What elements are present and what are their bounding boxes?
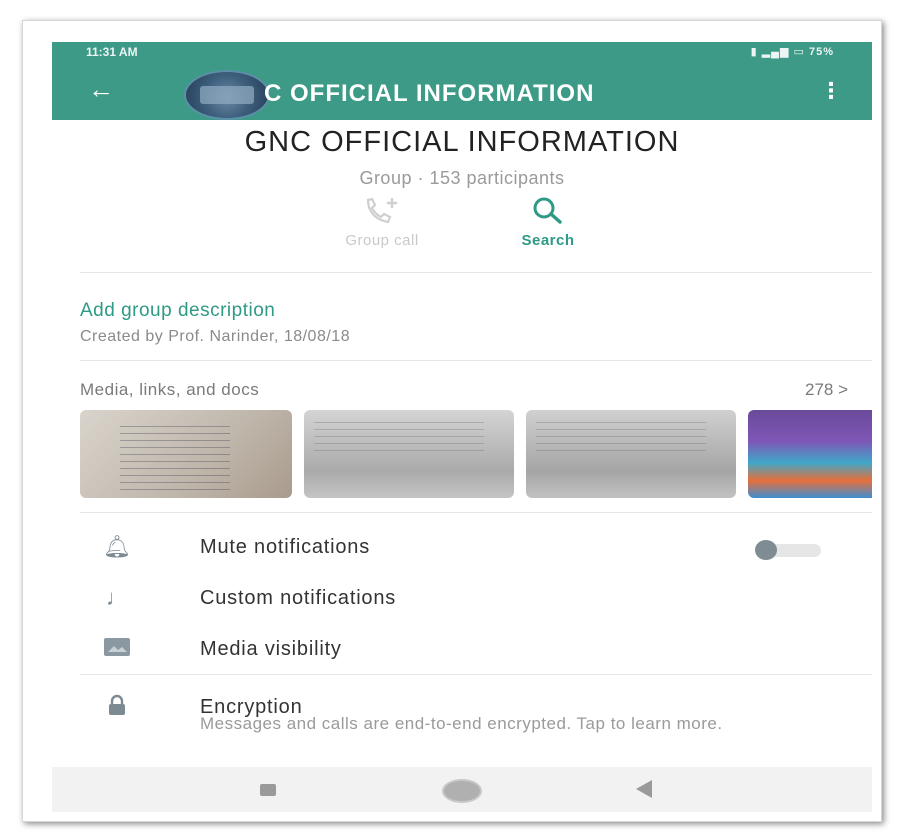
divider [80,674,872,675]
encryption-subtext: Messages and calls are end-to-end encryp… [200,714,723,733]
add-group-description-link[interactable]: Add group description [80,300,275,322]
divider [80,360,872,361]
group-call-button[interactable]: Group call [302,194,462,249]
app-bar: 11:31 AM ▮ ▂▄▆ ▭ 75% ← C OFFICIAL INFORM… [52,42,872,120]
setting-mute-notifications[interactable]: 🔔︎ Mute notifications [52,528,872,568]
more-options-icon[interactable]: ⋮ [820,78,842,104]
setting-custom-notifications[interactable]: ♩ Custom notifications [52,579,872,619]
media-thumbnail[interactable] [304,410,514,498]
group-name: GNC OFFICIAL INFORMATION [244,126,680,158]
media-section-label[interactable]: Media, links, and docs [80,380,259,400]
system-nav-bar [52,767,872,812]
bell-icon: 🔔︎ [103,534,131,559]
search-label: Search [521,232,575,249]
home-icon[interactable] [442,779,482,803]
search-icon [533,197,562,224]
media-thumbnail[interactable] [80,410,292,498]
signal-icon: ▮ ▂▄▆ [750,46,790,58]
media-thumbnail[interactable] [748,410,872,498]
group-call-label: Group call [345,232,419,249]
image-icon [102,636,132,664]
setting-media-visibility[interactable]: Media visibility [52,630,872,670]
music-note-icon: ♩ [106,585,128,610]
nav-back-icon[interactable] [636,780,652,798]
group-call-icon [366,197,397,224]
phone-screen: 11:31 AM ▮ ▂▄▆ ▭ 75% ← C OFFICIAL INFORM… [52,42,872,812]
media-count[interactable]: 278 > [805,380,848,400]
media-thumbnail[interactable] [526,410,736,498]
battery-icon: ▭ [793,46,805,58]
setting-label: Mute notifications [200,536,371,558]
status-battery: ▮ ▂▄▆ ▭ 75% [751,45,834,58]
group-subtitle: Group · 153 participants [359,168,565,188]
group-avatar[interactable] [184,70,270,120]
divider [80,272,872,273]
app-bar-title: C OFFICIAL INFORMATION [264,80,595,107]
setting-label: Custom notifications [200,587,397,609]
setting-label: Media visibility [200,638,342,660]
divider [80,512,872,513]
lock-icon [102,694,132,722]
mute-toggle[interactable] [755,540,821,560]
created-by-text: Created by Prof. Narinder, 18/08/18 [80,328,351,345]
recents-icon[interactable] [260,784,276,796]
back-arrow-icon[interactable]: ← [88,76,114,102]
search-button[interactable]: Search [468,194,628,249]
status-time: 11:31 AM [86,45,138,59]
battery-level: 75% [808,46,834,58]
